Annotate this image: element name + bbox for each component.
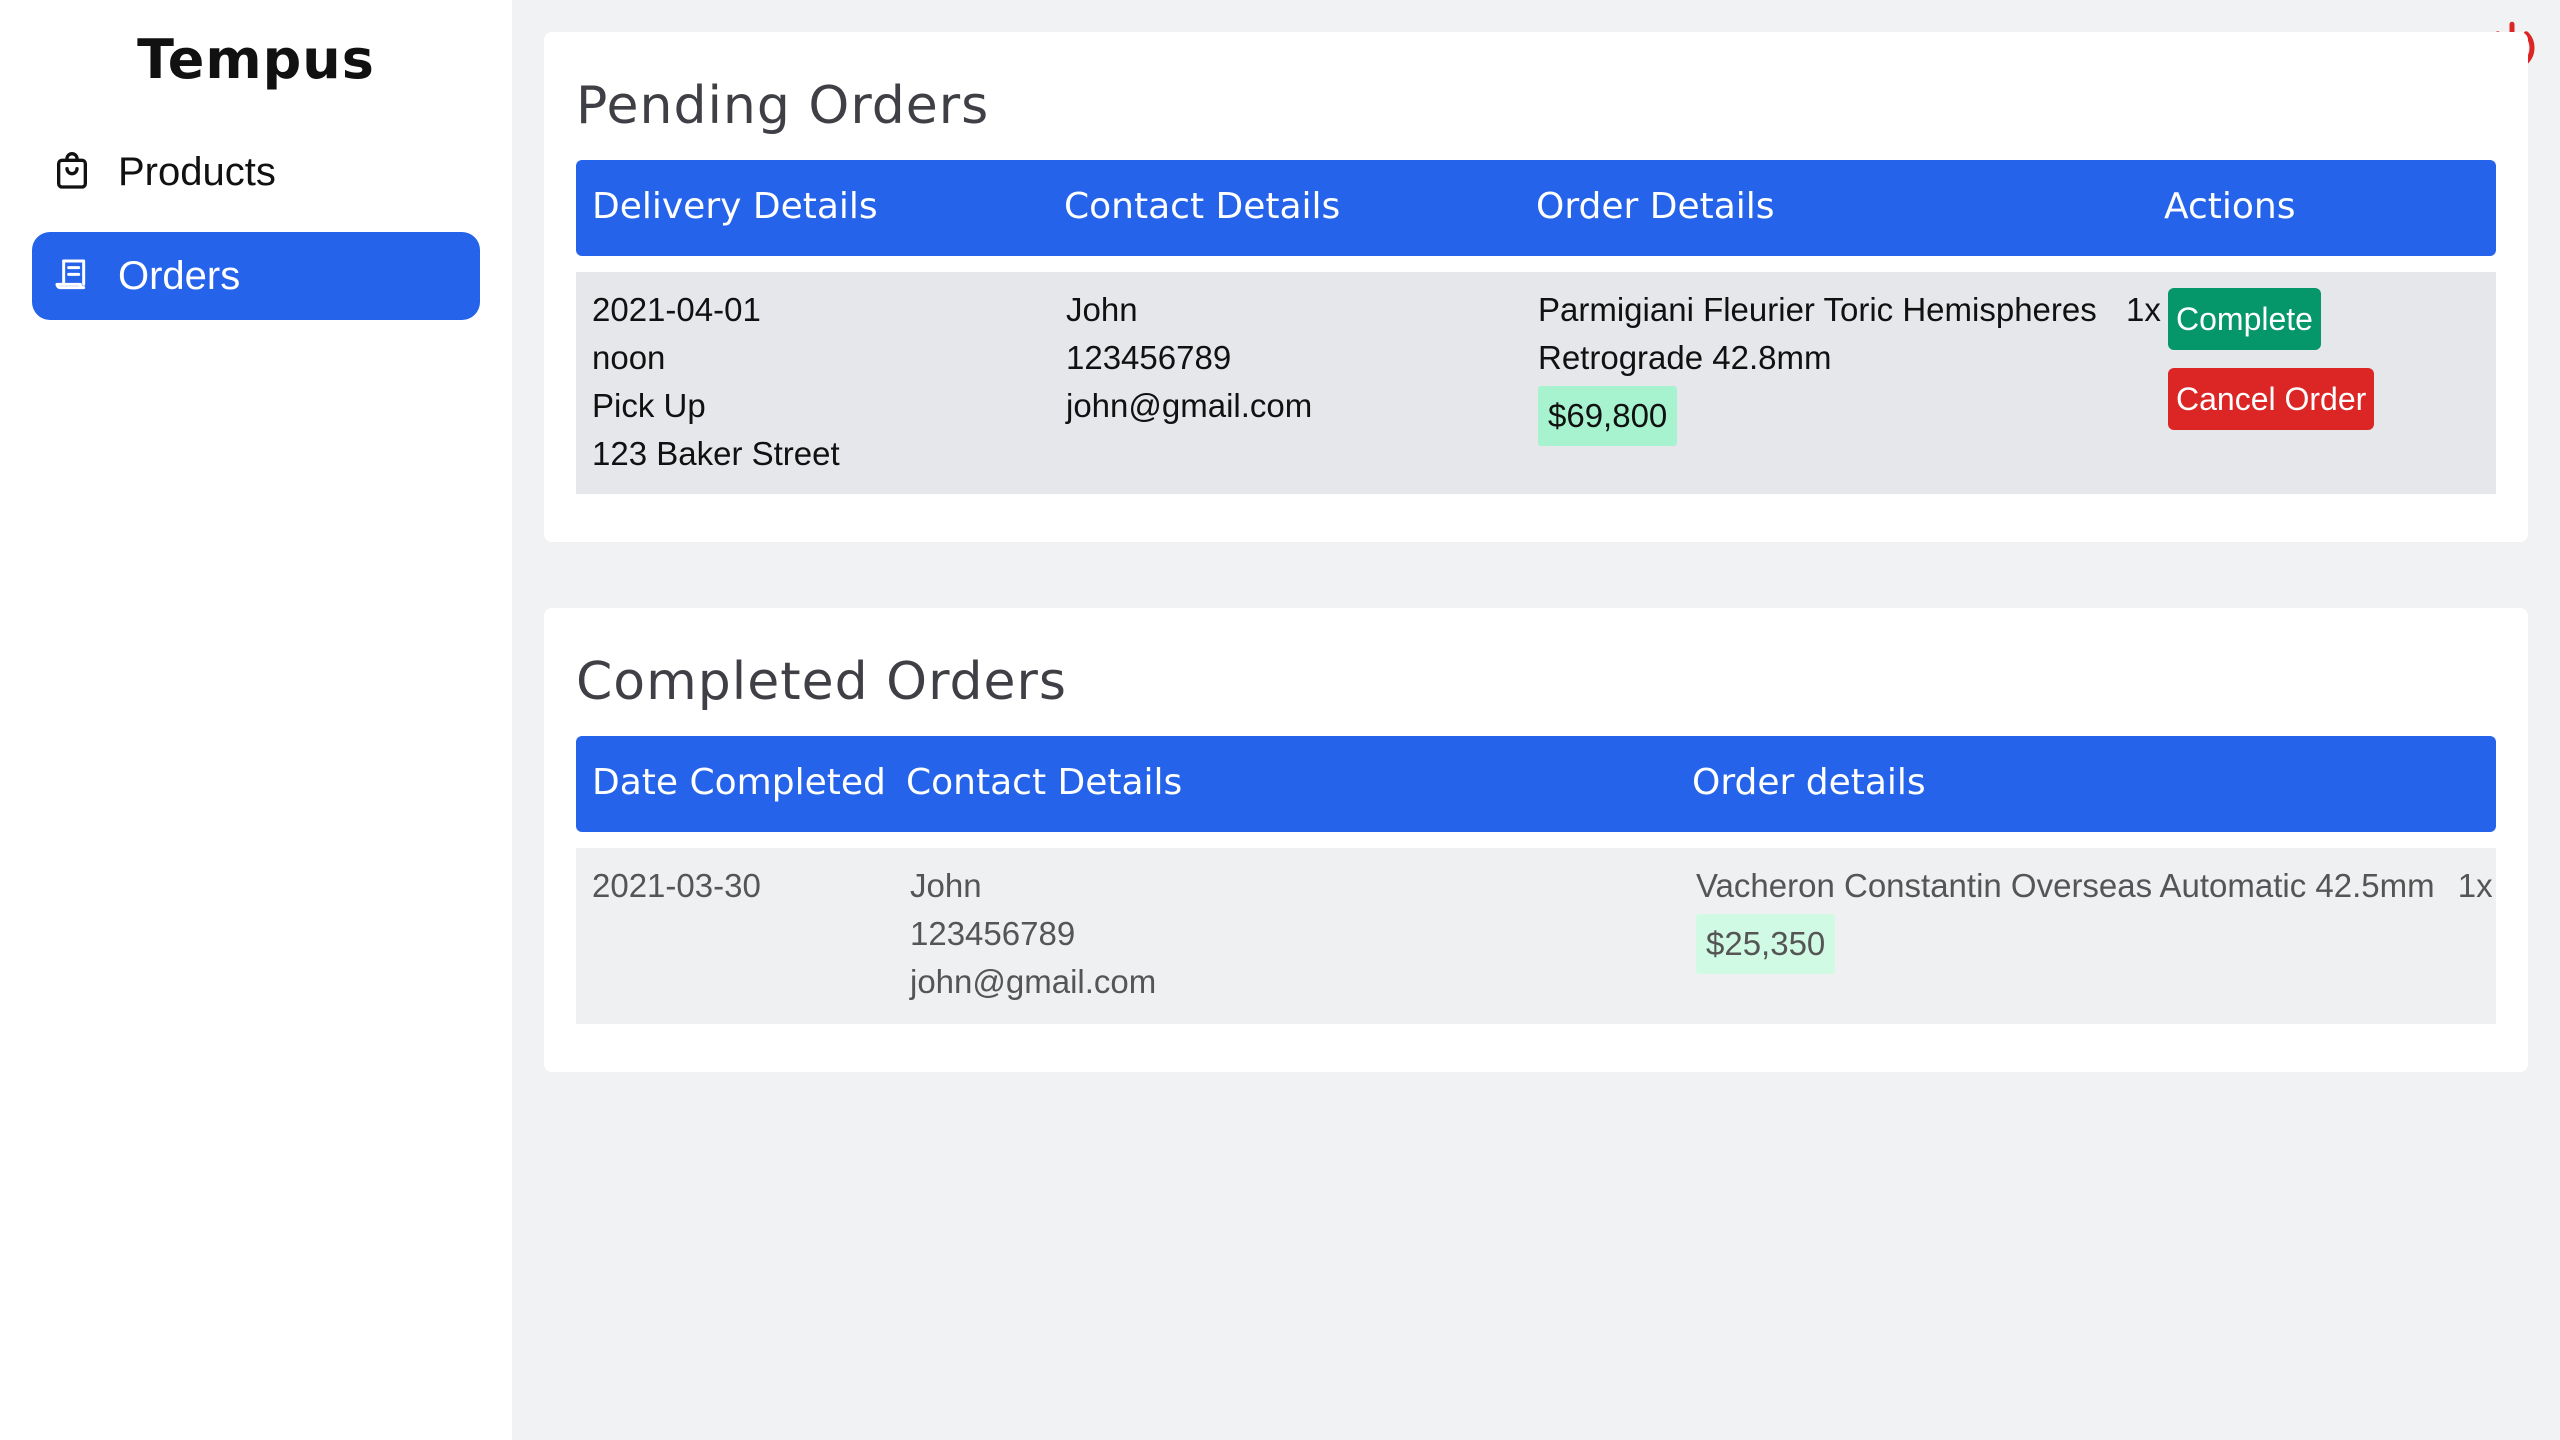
order-details: Parmigiani Fleurier Toric Hemispheres Re… (1538, 286, 2097, 446)
sidebar-item-label: Orders (118, 253, 241, 298)
contact-details: John 123456789 john@gmail.com (910, 862, 1156, 1006)
completed-table-header: Date Completed Contact Details Order det… (576, 736, 2496, 832)
sidebar: Tempus Products Orders (0, 0, 512, 1440)
contact-phone: 123456789 (910, 915, 1076, 952)
receipt-icon (48, 252, 96, 300)
order-quantity: 1x (2457, 867, 2493, 904)
sidebar-item-orders[interactable]: Orders (32, 232, 480, 320)
shopping-bag-icon (48, 148, 96, 196)
complete-button[interactable]: Complete (2168, 288, 2321, 350)
delivery-time: noon (592, 339, 666, 376)
order-item-name-cont: Retrograde 42.8mm (1538, 339, 1832, 376)
sidebar-item-products[interactable]: Products (32, 128, 480, 216)
completed-orders-title: Completed Orders (576, 652, 1068, 712)
column-header: Contact Details (906, 762, 1183, 803)
order-details: Vacheron Constantin Overseas Automatic 4… (1696, 862, 2493, 974)
order-item-name: Vacheron Constantin Overseas Automatic 4… (1696, 867, 2435, 904)
contact-name: John (1066, 291, 1138, 328)
contact-email: john@gmail.com (910, 963, 1157, 1000)
brand-logo: Tempus (137, 28, 375, 91)
contact-details: John 123456789 john@gmail.com (1066, 286, 1312, 430)
order-price: $25,350 (1696, 914, 1836, 974)
pending-table-header: Delivery Details Contact Details Order D… (576, 160, 2496, 256)
order-price: $69,800 (1538, 386, 1678, 446)
contact-phone: 123456789 (1066, 339, 1232, 376)
delivery-details: 2021-04-01 noon Pick Up 123 Baker Street (592, 286, 840, 478)
pending-orders-title: Pending Orders (576, 76, 990, 136)
column-header: Order Details (1536, 186, 1775, 227)
contact-email: john@gmail.com (1066, 387, 1313, 424)
column-header: Order details (1692, 762, 1926, 803)
delivery-date: 2021-04-01 (592, 291, 761, 328)
table-row: 2021-03-30 John 123456789 john@gmail.com… (576, 848, 2496, 1024)
table-row: 2021-04-01 noon Pick Up 123 Baker Street… (576, 272, 2496, 494)
order-quantity: 1x (2126, 291, 2161, 328)
delivery-method: Pick Up (592, 387, 706, 424)
cancel-order-button[interactable]: Cancel Order (2168, 368, 2375, 430)
column-header: Contact Details (1064, 186, 1341, 227)
date-completed: 2021-03-30 (592, 867, 761, 904)
sidebar-item-label: Products (118, 149, 276, 194)
column-header: Delivery Details (592, 186, 878, 227)
order-item-name: Parmigiani Fleurier Toric Hemispheres (1538, 291, 2097, 328)
completed-orders-card: Completed Orders Date Completed Contact … (544, 608, 2528, 1072)
column-header: Date Completed (592, 762, 886, 803)
pending-orders-card: Pending Orders Delivery Details Contact … (544, 32, 2528, 542)
delivery-address: 123 Baker Street (592, 435, 840, 472)
column-header: Actions (2164, 186, 2296, 227)
contact-name: John (910, 867, 982, 904)
